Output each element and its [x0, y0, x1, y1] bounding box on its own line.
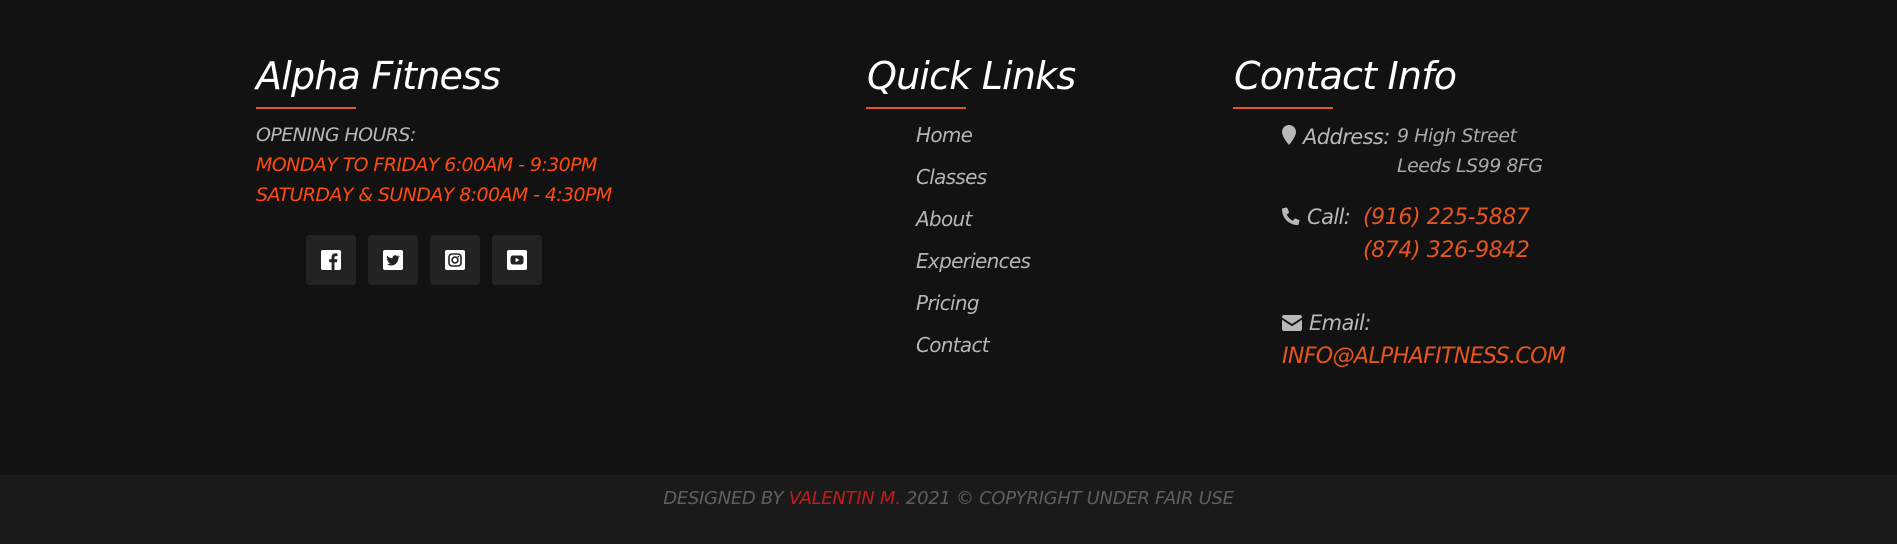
quick-link-classes[interactable]: Classes	[916, 164, 1030, 206]
quick-link-contact[interactable]: Contact	[916, 332, 1030, 374]
quick-links-title: Quick Links	[867, 54, 1076, 98]
call-label: Call:	[1307, 205, 1351, 229]
email-link[interactable]: INFO@ALPHAFITNESS.COM	[1282, 344, 1566, 369]
address-label: Address:	[1303, 125, 1390, 149]
envelope-icon	[1282, 315, 1302, 331]
quick-links-underline	[866, 107, 966, 109]
contact-info-title: Contact Info	[1234, 54, 1457, 98]
instagram-button[interactable]	[430, 235, 480, 285]
phone-link-1[interactable]: (916) 225-5887	[1363, 205, 1530, 230]
copyright-bar: DESIGNED BY VALENTIN M. 2021 © COPYRIGHT…	[0, 475, 1897, 544]
call-label-row: Call:	[1281, 205, 1351, 229]
designer-link[interactable]: VALENTIN M.	[789, 488, 901, 509]
address-line-1: 9 High Street	[1397, 125, 1517, 147]
map-marker-icon	[1282, 125, 1296, 145]
phone-icon	[1282, 207, 1300, 225]
quick-link-pricing[interactable]: Pricing	[916, 290, 1030, 332]
facebook-button[interactable]	[306, 235, 356, 285]
social-links	[306, 235, 542, 285]
brand-title: Alpha Fitness	[256, 54, 501, 98]
phone-link-2[interactable]: (874) 326-9842	[1363, 238, 1530, 263]
opening-hours-label: OPENING HOURS:	[256, 124, 416, 146]
twitter-icon	[383, 250, 403, 270]
instagram-icon	[445, 250, 465, 270]
quick-link-experiences[interactable]: Experiences	[916, 248, 1031, 290]
weekday-hours: MONDAY TO FRIDAY 6:00AM - 9:30PM	[256, 154, 597, 176]
address-label-row: Address:	[1281, 124, 1390, 149]
title-underline	[256, 107, 356, 109]
email-label: Email:	[1309, 311, 1371, 335]
address-line-2: Leeds LS99 8FG	[1397, 155, 1543, 177]
quick-link-home[interactable]: Home	[916, 122, 1030, 164]
facebook-icon	[321, 250, 341, 270]
email-label-row: Email:	[1281, 311, 1371, 335]
quick-link-about[interactable]: About	[916, 206, 1030, 248]
weekend-hours: SATURDAY & SUNDAY 8:00AM - 4:30PM	[256, 184, 612, 206]
twitter-button[interactable]	[368, 235, 418, 285]
youtube-button[interactable]	[492, 235, 542, 285]
copyright-suffix: 2021 © COPYRIGHT UNDER FAIR USE	[900, 488, 1234, 509]
quick-links-nav: Home Classes About Experiences Pricing C…	[916, 122, 1031, 374]
contact-info-underline	[1233, 107, 1333, 109]
copyright-prefix: DESIGNED BY	[663, 488, 789, 509]
youtube-icon	[507, 250, 527, 270]
footer-main: Alpha Fitness OPENING HOURS: MONDAY TO F…	[0, 0, 1897, 475]
